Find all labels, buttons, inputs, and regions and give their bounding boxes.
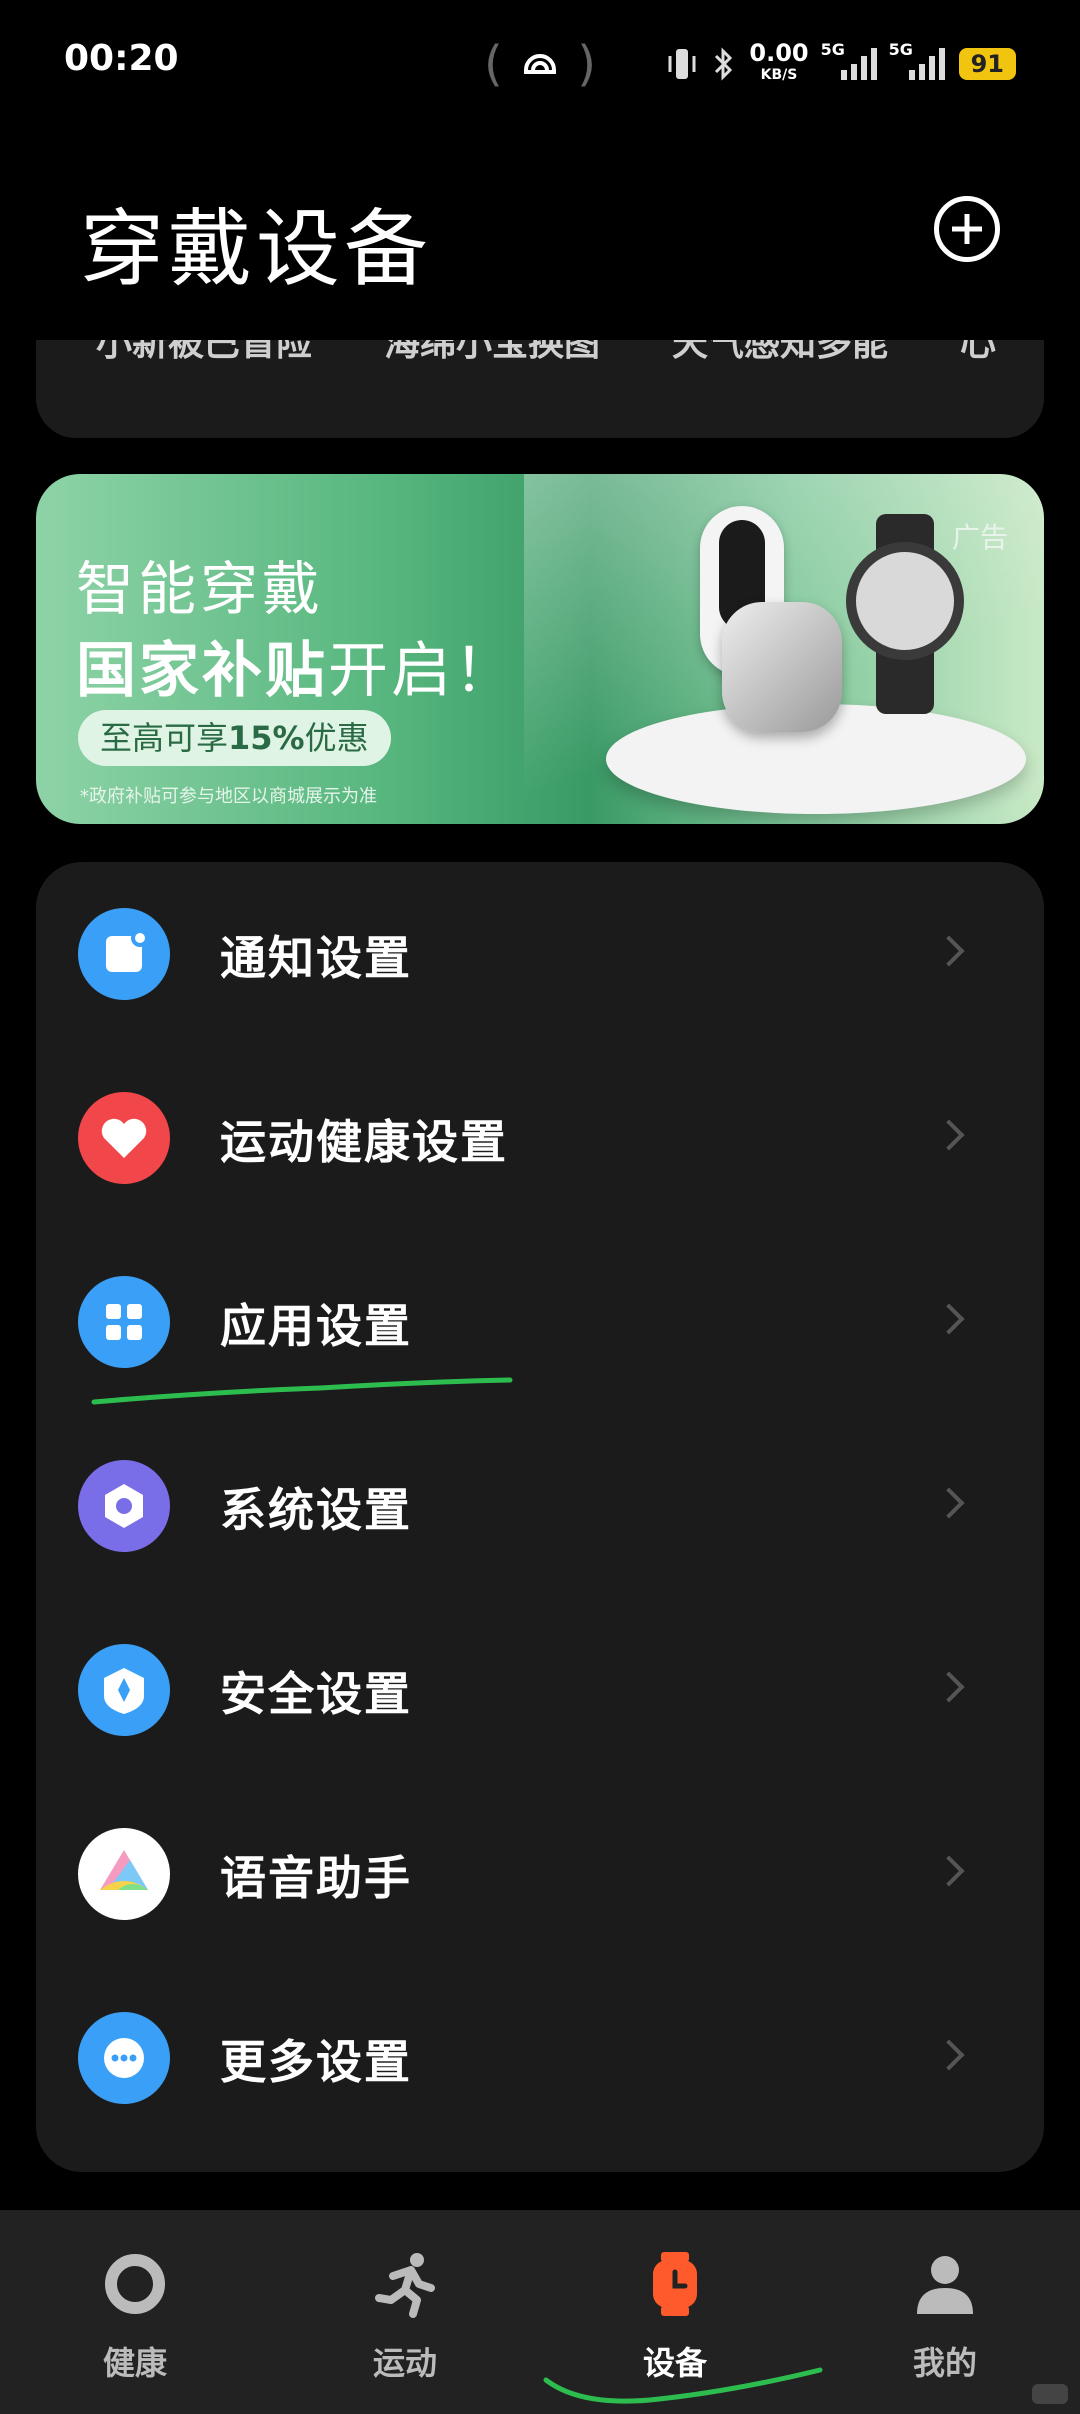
chevron-right-icon	[933, 1855, 965, 1887]
feature-item[interactable]: 海绵小宝换图	[384, 340, 600, 366]
settings-item-voice-assistant[interactable]: 语音助手	[36, 1782, 1044, 1966]
status-icons: 0.00 KB/S 5G 5G 91	[667, 39, 1016, 84]
more-dots-icon	[78, 2012, 170, 2104]
annotation-underline	[543, 2367, 823, 2404]
chevron-right-icon	[933, 1671, 965, 1703]
signal-sim1: 5G	[821, 40, 877, 80]
settings-item-label: 系统设置	[220, 1483, 412, 1537]
notification-icon	[78, 908, 170, 1000]
person-icon	[917, 2256, 973, 2314]
heart-icon	[78, 1092, 170, 1184]
settings-item-label: 运动健康设置	[220, 1115, 508, 1169]
shield-icon	[78, 1644, 170, 1736]
battery-badge: 91	[958, 48, 1016, 80]
signal-sim2: 5G	[889, 40, 945, 80]
smartwatch-image	[846, 542, 964, 660]
feature-strip: 小新被巴盲险 海绵小宝换图 天气感知多能 心	[96, 340, 996, 366]
settings-item-label: 安全设置	[220, 1667, 412, 1721]
banner-subheadline: 国家补贴开启！	[76, 636, 517, 706]
banner-headline: 智能穿戴	[76, 555, 325, 623]
voice-assistant-icon	[78, 1828, 170, 1920]
tab-label: 运动	[372, 2344, 437, 2382]
hotspot-icon	[524, 54, 556, 74]
chevron-right-icon	[933, 935, 965, 967]
feature-item[interactable]: 心	[960, 340, 996, 366]
feature-item[interactable]: 小新被巴盲险	[96, 340, 312, 366]
add-device-button[interactable]	[934, 196, 1000, 262]
settings-item-more[interactable]: 更多设置	[36, 1966, 1044, 2150]
camera-cutout: ( )	[484, 36, 596, 92]
settings-item-label: 语音助手	[220, 1851, 412, 1905]
settings-list: 通知设置 运动健康设置 应用设置 系统设置 安全设置 语音助手 更多设置	[36, 862, 1044, 2172]
chevron-right-icon	[933, 1303, 965, 1335]
apps-grid-icon	[78, 1276, 170, 1368]
feature-item[interactable]: 天气感知多能	[672, 340, 888, 366]
running-icon	[375, 2253, 435, 2318]
watch-icon	[653, 2252, 697, 2316]
status-time: 00:20	[64, 38, 179, 79]
feature-card[interactable]: 小新被巴盲险 海绵小宝换图 天气感知多能 心	[36, 340, 1044, 438]
chevron-right-icon	[933, 1119, 965, 1151]
promo-banner[interactable]: 智能穿戴 国家补贴开启！ 至高可享15%优惠 *政府补贴可参与地区以商城展示为准…	[36, 474, 1044, 824]
banner-disclaimer: *政府补贴可参与地区以商城展示为准	[80, 786, 377, 807]
annotation-underline	[91, 1377, 513, 1405]
settings-item-health[interactable]: 运动健康设置	[36, 1046, 1044, 1230]
earbuds-image	[722, 602, 842, 732]
tab-sport[interactable]: 运动	[270, 2210, 540, 2414]
page-title: 穿戴设备	[80, 200, 433, 298]
chevron-right-icon	[933, 1487, 965, 1519]
bluetooth-icon	[715, 47, 733, 81]
settings-item-label: 更多设置	[220, 2035, 412, 2089]
discount-pill: 至高可享15%优惠	[78, 710, 391, 766]
vibrate-icon	[668, 49, 696, 79]
tab-label: 我的	[912, 2344, 977, 2382]
ad-label: 广告	[951, 521, 1008, 554]
tab-label: 健康	[102, 2344, 167, 2382]
chevron-right-icon	[933, 2039, 965, 2071]
settings-item-security[interactable]: 安全设置	[36, 1598, 1044, 1782]
ring-icon	[105, 2254, 165, 2314]
settings-item-system[interactable]: 系统设置	[36, 1414, 1044, 1598]
settings-item-notification[interactable]: 通知设置	[36, 862, 1044, 1046]
net-speed: 0.00 KB/S	[749, 39, 809, 83]
status-bar: 00:20 ( ) 0.00 KB/S 5G 5G 91	[0, 0, 1080, 120]
settings-item-label: 通知设置	[220, 931, 412, 985]
settings-item-label: 应用设置	[220, 1299, 412, 1353]
hexagon-settings-icon	[78, 1460, 170, 1552]
tab-health[interactable]: 健康	[0, 2210, 270, 2414]
watermark-badge	[1032, 2384, 1068, 2404]
